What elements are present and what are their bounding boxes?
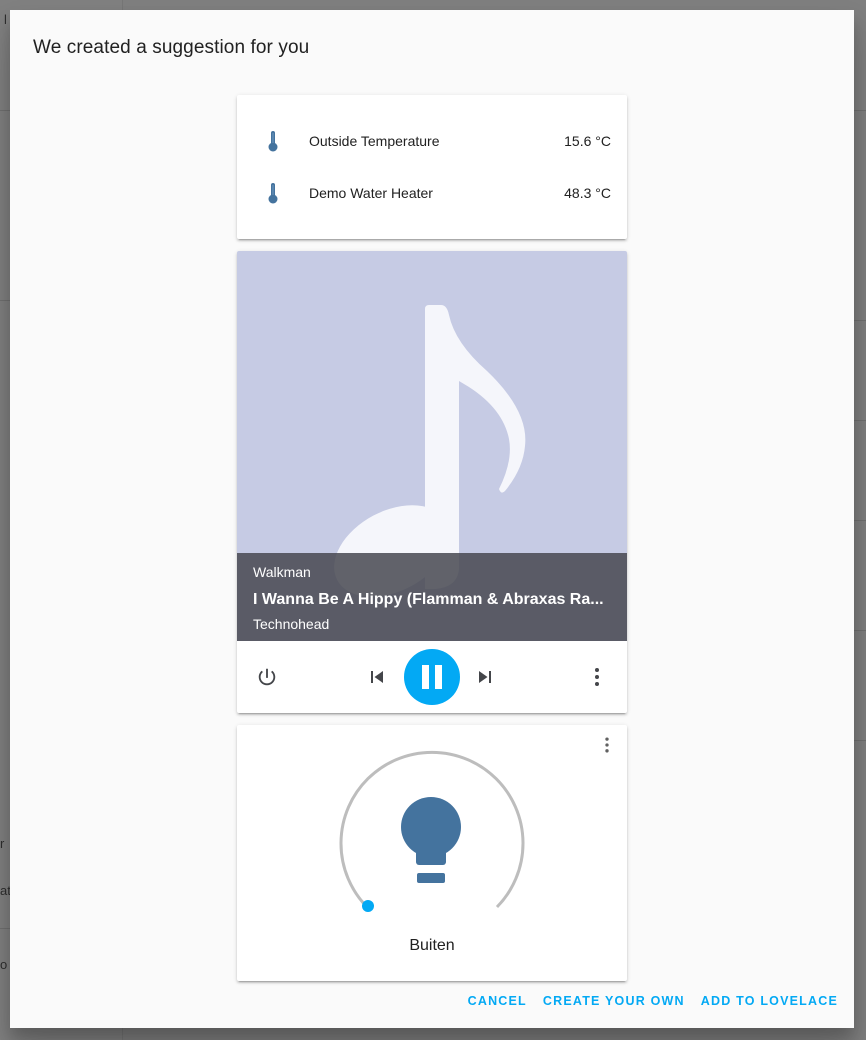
media-caption: Walkman I Wanna Be A Hippy (Flamman & Ab… <box>237 553 627 641</box>
entity-name: Outside Temperature <box>309 133 440 149</box>
lightbulb-icon[interactable] <box>399 797 463 892</box>
power-button[interactable] <box>253 661 281 693</box>
background-divider <box>0 928 10 929</box>
background-text: o <box>0 957 8 972</box>
light-card: Buiten <box>237 725 627 981</box>
previous-track-button[interactable] <box>363 663 391 691</box>
background-divider <box>854 740 866 741</box>
background-divider <box>854 110 866 111</box>
entity-row-outside-temperature[interactable]: Outside Temperature 15.6 °C <box>237 121 627 161</box>
media-artwork: Walkman I Wanna Be A Hippy (Flamman & Ab… <box>237 251 627 641</box>
media-control-card: Walkman I Wanna Be A Hippy (Flamman & Ab… <box>237 251 627 713</box>
background-divider <box>854 630 866 631</box>
pause-icon <box>422 665 442 689</box>
more-vertical-icon <box>605 737 609 753</box>
background-divider <box>854 420 866 421</box>
dialog-actions: CANCEL CREATE YOUR OWN ADD TO LOVELACE <box>452 992 838 1010</box>
background-divider <box>854 520 866 521</box>
more-vertical-icon <box>595 668 599 686</box>
dialog-title: We created a suggestion for you <box>33 37 310 58</box>
skip-next-icon <box>479 671 491 683</box>
create-your-own-button[interactable]: CREATE YOUR OWN <box>543 992 685 1010</box>
entity-row-demo-water-heater[interactable]: Demo Water Heater 48.3 °C <box>237 173 627 213</box>
slider-handle[interactable] <box>362 900 374 912</box>
pause-button[interactable] <box>404 649 460 705</box>
light-name: Buiten <box>409 937 455 954</box>
skip-previous-icon <box>371 671 383 683</box>
entity-state: 15.6 °C <box>564 133 611 149</box>
power-icon <box>258 668 276 686</box>
add-to-lovelace-button[interactable]: ADD TO LOVELACE <box>701 992 838 1010</box>
cancel-button[interactable]: CANCEL <box>468 992 527 1010</box>
thermometer-icon <box>263 181 283 205</box>
media-more-button[interactable] <box>583 663 611 691</box>
background-divider <box>0 300 10 301</box>
media-track-title: I Wanna Be A Hippy (Flamman & Abraxas Ra… <box>253 591 604 608</box>
entities-card: Outside Temperature 15.6 °C Demo Water H… <box>237 95 627 239</box>
background-text: r <box>0 836 5 851</box>
media-controls <box>237 641 627 713</box>
background-divider <box>854 320 866 321</box>
entity-state: 48.3 °C <box>564 185 611 201</box>
next-track-button[interactable] <box>471 663 499 691</box>
thermometer-icon <box>263 129 283 153</box>
background-text: l <box>4 12 7 27</box>
entity-name: Demo Water Heater <box>309 185 433 201</box>
media-artist: Technohead <box>253 616 330 632</box>
suggestion-dialog: We created a suggestion for you Outside … <box>10 10 854 1028</box>
background-divider <box>0 110 10 111</box>
light-more-button[interactable] <box>597 735 617 755</box>
media-player-name: Walkman <box>253 564 311 580</box>
